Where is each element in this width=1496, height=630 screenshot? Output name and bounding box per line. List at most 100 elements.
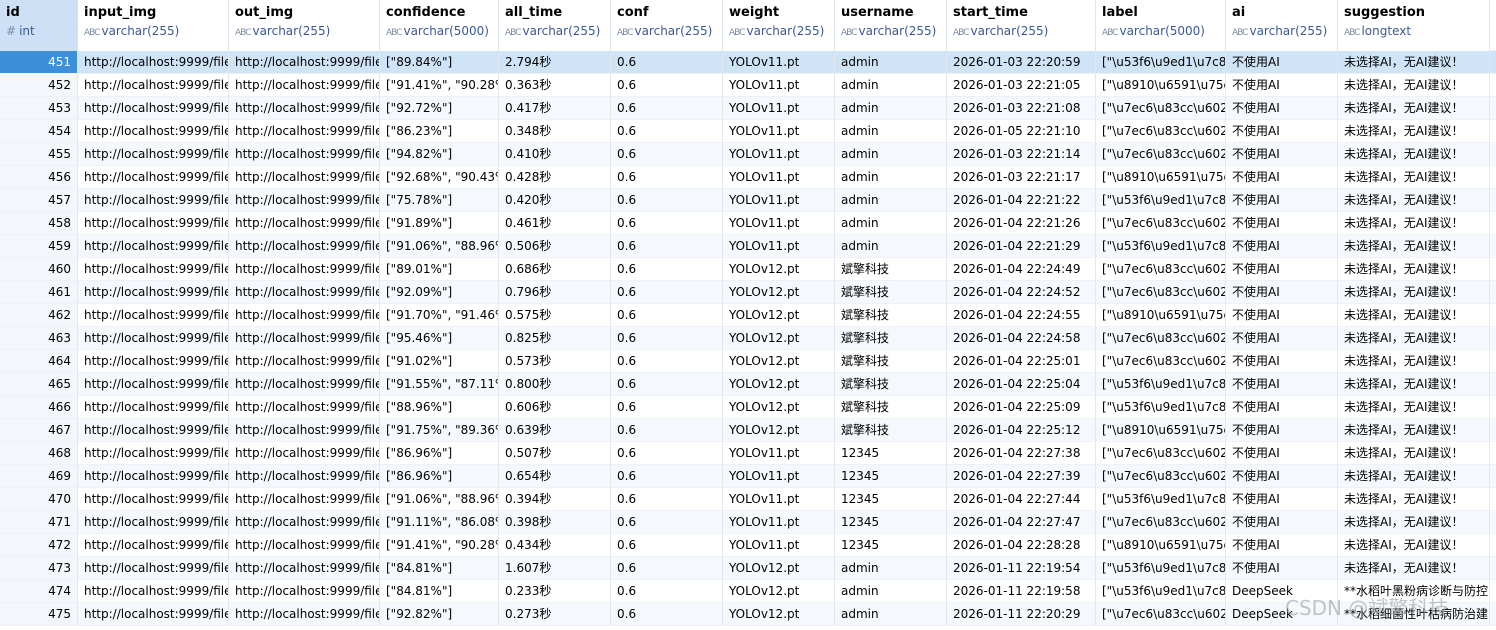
cell-label[interactable]: ["\u53f6\u9ed1\u7c8 [1096, 488, 1226, 511]
cell-label[interactable]: ["\u53f6\u9ed1\u7c8 [1096, 580, 1226, 603]
cell-weight[interactable]: YOLOv11.pt [723, 97, 835, 120]
cell-conf[interactable]: 0.6 [611, 212, 723, 235]
cell-suggestion[interactable]: 未选择AI，无AI建议！ [1338, 74, 1490, 97]
table-row[interactable]: 466 http://localhost:9999/file http://loca… [0, 396, 1496, 419]
cell-out-img[interactable]: http://localhost:9999/file [229, 120, 380, 143]
cell-out-img[interactable]: http://localhost:9999/file [229, 580, 380, 603]
cell-id[interactable]: 461 [0, 281, 78, 304]
cell-conf[interactable]: 0.6 [611, 557, 723, 580]
cell-out-img[interactable]: http://localhost:9999/file [229, 258, 380, 281]
cell-label[interactable]: ["\u53f6\u9ed1\u7c8 [1096, 235, 1226, 258]
cell-ai[interactable]: 不使用AI [1226, 419, 1338, 442]
cell-id[interactable]: 452 [0, 74, 78, 97]
cell-weight[interactable]: YOLOv11.pt [723, 189, 835, 212]
cell-id[interactable]: 475 [0, 603, 78, 626]
cell-id[interactable]: 456 [0, 166, 78, 189]
cell-conf[interactable]: 0.6 [611, 120, 723, 143]
cell-out-img[interactable]: http://localhost:9999/file [229, 235, 380, 258]
table-row[interactable]: 469 http://localhost:9999/file http://loca… [0, 465, 1496, 488]
cell-confidence[interactable]: ["92.09%"] [380, 281, 499, 304]
cell-input-img[interactable]: http://localhost:9999/file [78, 373, 229, 396]
cell-ai[interactable]: 不使用AI [1226, 166, 1338, 189]
cell-start-time[interactable]: 2026-01-04 22:27:44 [947, 488, 1096, 511]
cell-id[interactable]: 457 [0, 189, 78, 212]
cell-weight[interactable]: YOLOv11.pt [723, 488, 835, 511]
cell-all-time[interactable]: 0.428秒 [499, 166, 611, 189]
cell-username[interactable]: admin [835, 166, 947, 189]
cell-ai[interactable]: 不使用AI [1226, 327, 1338, 350]
cell-suggestion[interactable]: 未选择AI，无AI建议！ [1338, 396, 1490, 419]
cell-weight[interactable]: YOLOv11.pt [723, 212, 835, 235]
cell-out-img[interactable]: http://localhost:9999/file [229, 281, 380, 304]
cell-id[interactable]: 460 [0, 258, 78, 281]
cell-id[interactable]: 474 [0, 580, 78, 603]
cell-all-time[interactable]: 0.420秒 [499, 189, 611, 212]
cell-all-time[interactable]: 0.825秒 [499, 327, 611, 350]
cell-username[interactable]: 斌擎科技 [835, 327, 947, 350]
cell-id[interactable]: 459 [0, 235, 78, 258]
cell-confidence[interactable]: ["92.68%", "90.43% [380, 166, 499, 189]
cell-start-time[interactable]: 2026-01-03 22:21:08 [947, 97, 1096, 120]
cell-input-img[interactable]: http://localhost:9999/file [78, 419, 229, 442]
cell-all-time[interactable]: 0.686秒 [499, 258, 611, 281]
column-header-label[interactable]: label ABC varchar(5000) [1096, 0, 1226, 51]
cell-start-time[interactable]: 2026-01-04 22:25:04 [947, 373, 1096, 396]
cell-input-img[interactable]: http://localhost:9999/file [78, 465, 229, 488]
cell-conf[interactable]: 0.6 [611, 74, 723, 97]
cell-weight[interactable]: YOLOv12.pt [723, 603, 835, 626]
cell-weight[interactable]: YOLOv11.pt [723, 465, 835, 488]
cell-all-time[interactable]: 0.417秒 [499, 97, 611, 120]
cell-weight[interactable]: YOLOv12.pt [723, 281, 835, 304]
cell-suggestion[interactable]: 未选择AI，无AI建议！ [1338, 189, 1490, 212]
cell-confidence[interactable]: ["89.01%"] [380, 258, 499, 281]
cell-suggestion[interactable]: 未选择AI，无AI建议！ [1338, 212, 1490, 235]
cell-out-img[interactable]: http://localhost:9999/file [229, 212, 380, 235]
cell-id[interactable]: 467 [0, 419, 78, 442]
cell-id[interactable]: 455 [0, 143, 78, 166]
cell-conf[interactable]: 0.6 [611, 419, 723, 442]
cell-weight[interactable]: YOLOv12.pt [723, 580, 835, 603]
cell-all-time[interactable]: 0.800秒 [499, 373, 611, 396]
table-row[interactable]: 470 http://localhost:9999/file http://loca… [0, 488, 1496, 511]
cell-label[interactable]: ["\u8910\u6591\u75c [1096, 166, 1226, 189]
table-row[interactable]: 465 http://localhost:9999/file http://loca… [0, 373, 1496, 396]
cell-label[interactable]: ["\u8910\u6591\u75c [1096, 74, 1226, 97]
cell-username[interactable]: admin [835, 97, 947, 120]
cell-suggestion[interactable]: **水稻叶黑粉病诊断与防控 [1338, 580, 1490, 603]
table-row[interactable]: 453 http://localhost:9999/file http://loca… [0, 97, 1496, 120]
cell-out-img[interactable]: http://localhost:9999/file [229, 350, 380, 373]
cell-id[interactable]: 465 [0, 373, 78, 396]
cell-id[interactable]: 463 [0, 327, 78, 350]
table-row[interactable]: 464 http://localhost:9999/file http://loca… [0, 350, 1496, 373]
cell-all-time[interactable]: 0.606秒 [499, 396, 611, 419]
cell-all-time[interactable]: 0.398秒 [499, 511, 611, 534]
table-row[interactable]: 454 http://localhost:9999/file http://loca… [0, 120, 1496, 143]
cell-username[interactable]: 斌擎科技 [835, 258, 947, 281]
cell-suggestion[interactable]: 未选择AI，无AI建议！ [1338, 534, 1490, 557]
cell-username[interactable]: admin [835, 212, 947, 235]
cell-confidence[interactable]: ["84.81%"] [380, 580, 499, 603]
cell-start-time[interactable]: 2026-01-11 22:19:54 [947, 557, 1096, 580]
cell-input-img[interactable]: http://localhost:9999/file [78, 304, 229, 327]
cell-out-img[interactable]: http://localhost:9999/file [229, 373, 380, 396]
cell-confidence[interactable]: ["88.96%"] [380, 396, 499, 419]
cell-ai[interactable]: 不使用AI [1226, 465, 1338, 488]
cell-input-img[interactable]: http://localhost:9999/file [78, 327, 229, 350]
cell-label[interactable]: ["\u8910\u6591\u75c [1096, 534, 1226, 557]
cell-username[interactable]: 斌擎科技 [835, 350, 947, 373]
column-header-start-time[interactable]: start_time ABC varchar(255) [947, 0, 1096, 51]
cell-suggestion[interactable]: 未选择AI，无AI建议！ [1338, 304, 1490, 327]
cell-confidence[interactable]: ["92.72%"] [380, 97, 499, 120]
cell-username[interactable]: 12345 [835, 465, 947, 488]
cell-label[interactable]: ["\u8910\u6591\u75c [1096, 419, 1226, 442]
cell-confidence[interactable]: ["89.84%"] [380, 51, 499, 74]
cell-weight[interactable]: YOLOv12.pt [723, 396, 835, 419]
cell-weight[interactable]: YOLOv12.pt [723, 304, 835, 327]
cell-out-img[interactable]: http://localhost:9999/file [229, 51, 380, 74]
cell-ai[interactable]: DeepSeek [1226, 580, 1338, 603]
cell-confidence[interactable]: ["91.75%", "89.36% [380, 419, 499, 442]
cell-username[interactable]: 斌擎科技 [835, 396, 947, 419]
cell-username[interactable]: admin [835, 580, 947, 603]
cell-username[interactable]: admin [835, 120, 947, 143]
column-header-input-img[interactable]: input_img ABC varchar(255) [78, 0, 229, 51]
